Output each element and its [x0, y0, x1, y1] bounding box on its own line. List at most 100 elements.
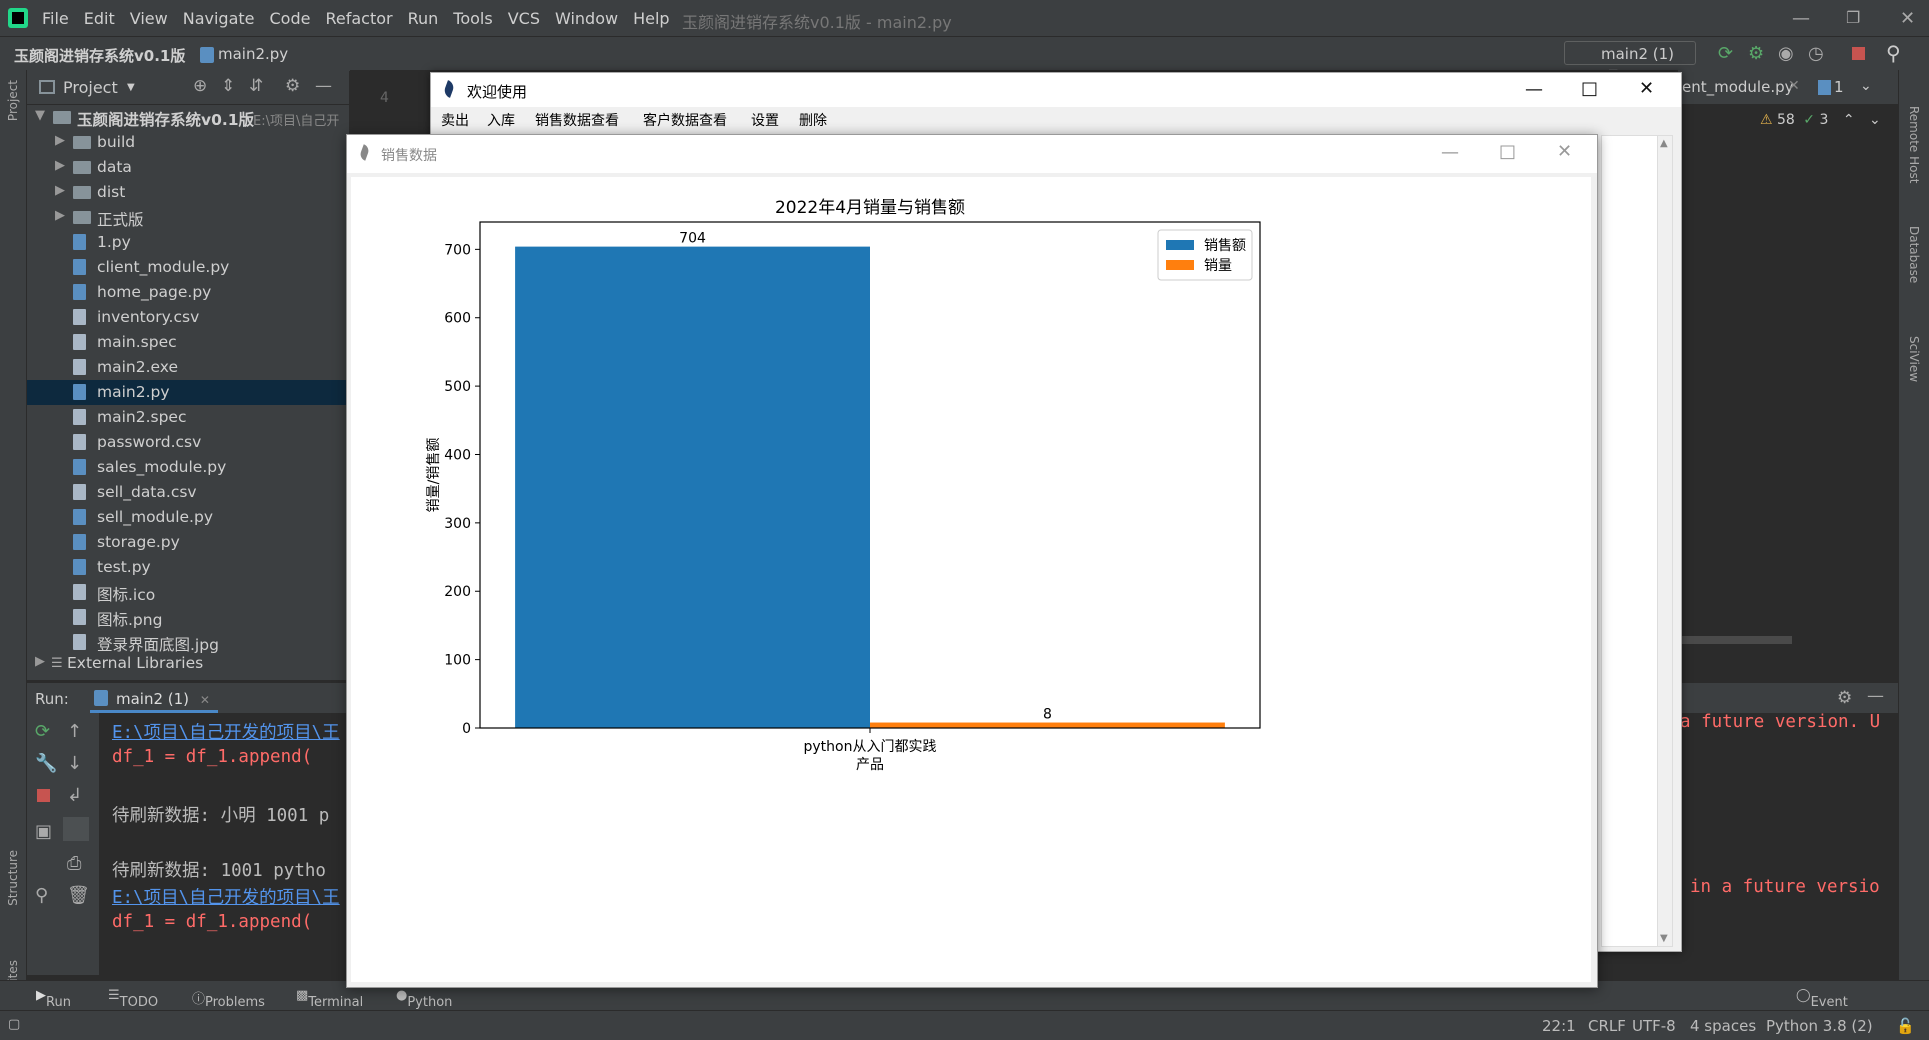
status-line-separator[interactable]: CRLF [1588, 1017, 1626, 1035]
scroll-to-end-icon[interactable] [63, 817, 89, 841]
chevron-down-icon[interactable]: ▼ [1660, 933, 1668, 944]
lock-icon[interactable]: 🔓 [1896, 1017, 1915, 1035]
tree-item[interactable]: main2.spec [27, 405, 349, 430]
console-output[interactable]: E:\项目\自己开发的项目\王 df_1 = df_1.append(待刷新数据… [110, 713, 350, 975]
editor-tab-client-module[interactable]: ent_module.py [1682, 78, 1794, 96]
gear-icon[interactable]: ⚙ [285, 76, 300, 96]
tree-item[interactable]: storage.py [27, 530, 349, 555]
maximize-icon[interactable]: □ [1499, 141, 1516, 162]
gear-icon[interactable]: ⚙ [1837, 688, 1852, 708]
horizontal-scrollbar[interactable] [1672, 636, 1792, 644]
arrow-down-icon[interactable]: ↓ [67, 753, 82, 774]
tree-item[interactable]: ▶ dist [27, 180, 349, 205]
arrow-up-icon[interactable]: ↑ [67, 721, 82, 742]
tree-item[interactable]: home_page.py [27, 280, 349, 305]
menu-view[interactable]: View [130, 9, 168, 28]
tree-item[interactable]: test.py [27, 555, 349, 580]
hide-icon[interactable]: — [315, 76, 332, 96]
minimize-icon[interactable]: — [1441, 142, 1459, 163]
project-view-label[interactable]: Project [63, 78, 118, 97]
search-icon[interactable]: ⚲ [1886, 41, 1901, 65]
trash-icon[interactable]: 🗑 [67, 885, 90, 906]
bottom-tab-problems[interactable]: ⓘ Problems [192, 988, 265, 1010]
menu-window[interactable]: Window [555, 9, 618, 28]
menu-sales-data[interactable]: 销售数据查看 [535, 110, 619, 130]
tree-root[interactable]: ▼ 玉颜阁进销存系统v0.1版 E:\项目\自己开 [27, 105, 349, 130]
menu-tools[interactable]: Tools [453, 9, 492, 28]
layout-icon[interactable]: ▣ [35, 821, 52, 842]
locate-icon[interactable]: ⊕ [193, 76, 207, 96]
chevron-down-icon[interactable]: ⌄ [1860, 78, 1872, 94]
coverage-icon[interactable]: ◉ [1778, 43, 1794, 64]
stop-icon[interactable] [37, 789, 50, 802]
stop-icon[interactable] [1852, 47, 1865, 60]
chevron-down-icon[interactable]: ⌄ [1869, 112, 1881, 128]
menu-settings[interactable]: 设置 [751, 110, 779, 130]
remote-host-tool-tab[interactable]: Remote Host [1907, 106, 1921, 183]
status-interpreter[interactable]: Python 3.8 (2) [1766, 1017, 1873, 1035]
minimize-icon[interactable]: — [1792, 8, 1810, 29]
menu-code[interactable]: Code [270, 9, 311, 28]
tree-item[interactable]: main2.exe [27, 355, 349, 380]
tree-item[interactable]: password.csv [27, 430, 349, 455]
menu-edit[interactable]: Edit [84, 9, 115, 28]
menu-stock-in[interactable]: 入库 [487, 110, 515, 130]
debug-icon[interactable]: ⚙ [1748, 43, 1764, 64]
wrench-icon[interactable]: 🔧 [35, 753, 57, 774]
status-encoding[interactable]: UTF-8 [1632, 1017, 1676, 1035]
profile-icon[interactable]: ◷ [1808, 43, 1824, 64]
close-icon[interactable]: ✕ [1788, 78, 1800, 94]
rerun-icon[interactable]: ⟳ [1718, 43, 1733, 64]
tree-item[interactable]: main2.py [27, 380, 349, 405]
inspection-widget[interactable]: ⚠ 58 ✓ 3 ⌃ ⌄ [1760, 112, 1881, 128]
bottom-tab-todo[interactable]: ☰ TODO [108, 988, 158, 1010]
menu-sell[interactable]: 卖出 [441, 110, 469, 130]
rerun-icon[interactable]: ⟳ [35, 721, 50, 742]
run-tab-main2[interactable]: main2 (1) ✕ [90, 686, 218, 713]
collapse-all-icon[interactable]: ⇵ [249, 76, 263, 96]
menu-delete[interactable]: 删除 [799, 110, 827, 130]
restore-icon[interactable]: ❐ [1846, 8, 1860, 27]
print-icon[interactable]: ⎙ [67, 853, 81, 874]
tree-item[interactable]: ▶ data [27, 155, 349, 180]
breadcrumb-file[interactable]: main2.py [218, 45, 288, 63]
expand-all-icon[interactable]: ⇕ [221, 76, 235, 96]
close-icon[interactable]: ✕ [1900, 8, 1915, 29]
status-position[interactable]: 22:1 [1542, 1017, 1576, 1035]
menu-refactor[interactable]: Refactor [325, 9, 392, 28]
event-log-button[interactable]: ◯ Event Log [1796, 988, 1848, 1025]
tree-item[interactable]: 1.py [27, 230, 349, 255]
tree-item[interactable]: 图标.png [27, 605, 349, 630]
menu-run[interactable]: Run [408, 9, 439, 28]
menu-customer-data[interactable]: 客户数据查看 [643, 110, 727, 130]
tree-item[interactable]: inventory.csv [27, 305, 349, 330]
tree-item[interactable]: ▶ 正式版 [27, 205, 349, 230]
tree-item[interactable]: ▶ build [27, 130, 349, 155]
tree-item[interactable]: 图标.ico [27, 580, 349, 605]
close-icon[interactable]: ✕ [1639, 78, 1654, 99]
chevron-down-icon[interactable]: ▼ [127, 82, 135, 93]
minimize-icon[interactable]: — [1525, 79, 1543, 100]
vertical-scrollbar[interactable]: ▲ ▼ [1657, 136, 1672, 946]
maximize-icon[interactable]: □ [1581, 78, 1598, 99]
tree-item[interactable]: sales_module.py [27, 455, 349, 480]
sciview-tool-tab[interactable]: SciView [1907, 336, 1921, 382]
chevron-up-icon[interactable]: ▲ [1660, 138, 1668, 149]
pin-icon[interactable]: ⚲ [35, 885, 48, 906]
tree-item[interactable]: client_module.py [27, 255, 349, 280]
tree-external-libraries[interactable]: ▶ ☰ External Libraries [27, 651, 349, 676]
menu-file[interactable]: File [42, 9, 69, 28]
structure-tool-tab[interactable]: Structure [6, 850, 20, 906]
close-icon[interactable]: ✕ [1557, 141, 1572, 162]
bottom-tab-run[interactable]: ▶ Run [36, 988, 71, 1010]
soft-wrap-icon[interactable]: ↲ [67, 785, 82, 806]
status-toggle-icon[interactable]: ▢ [8, 1017, 20, 1032]
status-indent[interactable]: 4 spaces [1690, 1017, 1756, 1035]
hide-icon[interactable]: — [1867, 686, 1884, 706]
tree-item[interactable]: sell_data.csv [27, 480, 349, 505]
menu-vcs[interactable]: VCS [508, 9, 540, 28]
tree-item[interactable]: main.spec [27, 330, 349, 355]
bottom-tab-python-console[interactable]: ● Python Console [396, 988, 459, 1025]
database-tool-tab[interactable]: Database [1907, 226, 1921, 283]
run-config-select[interactable]: main2 (1) ▼ [1564, 41, 1696, 80]
